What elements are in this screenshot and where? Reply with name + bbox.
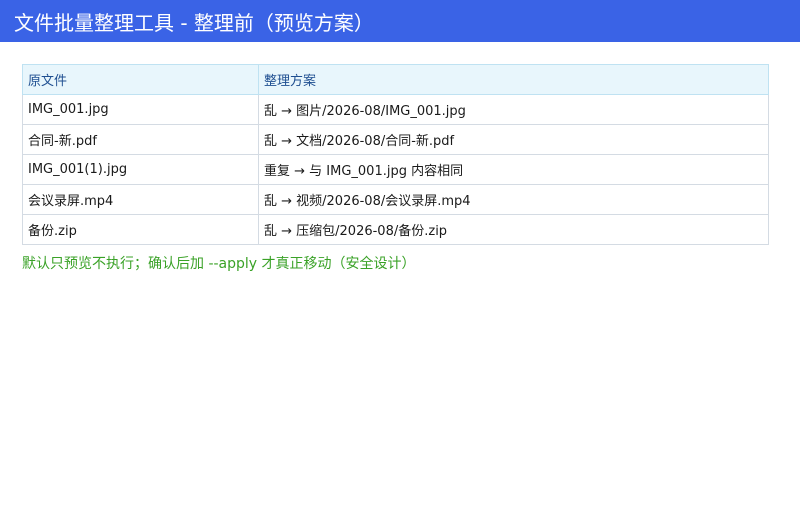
plan-cell: 乱 → 视频/2026-08/会议录屏.mp4: [258, 184, 769, 215]
original-file-cell: 合同-新.pdf: [22, 124, 259, 155]
plan-table: 原文件 整理方案 IMG_001.jpg 乱 → 图片/2026-08/IMG_…: [22, 64, 769, 245]
title-bar: 文件批量整理工具 - 整理前（预览方案）: [0, 0, 800, 42]
table-header-row: 原文件 整理方案: [22, 64, 769, 95]
plan-cell: 乱 → 压缩包/2026-08/备份.zip: [258, 214, 769, 245]
plan-cell: 重复 → 与 IMG_001.jpg 内容相同: [258, 154, 769, 185]
plan-cell: 乱 → 文档/2026-08/合同-新.pdf: [258, 124, 769, 155]
table-row: 备份.zip 乱 → 压缩包/2026-08/备份.zip: [22, 214, 769, 245]
table-row: IMG_001(1).jpg 重复 → 与 IMG_001.jpg 内容相同: [22, 154, 769, 185]
plan-cell: 乱 → 图片/2026-08/IMG_001.jpg: [258, 94, 769, 125]
original-file-cell: IMG_001(1).jpg: [22, 154, 259, 185]
main-content: 原文件 整理方案 IMG_001.jpg 乱 → 图片/2026-08/IMG_…: [0, 42, 800, 273]
original-file-cell: 会议录屏.mp4: [22, 184, 259, 215]
header-original-file: 原文件: [22, 64, 259, 95]
header-plan: 整理方案: [258, 64, 769, 95]
table-row: 合同-新.pdf 乱 → 文档/2026-08/合同-新.pdf: [22, 124, 769, 155]
window-title: 文件批量整理工具 - 整理前（预览方案）: [14, 10, 374, 35]
original-file-cell: 备份.zip: [22, 214, 259, 245]
footer-note: 默认只预览不执行；确认后加 --apply 才真正移动（安全设计）: [22, 256, 416, 272]
original-file-cell: IMG_001.jpg: [22, 94, 259, 125]
table-row: 会议录屏.mp4 乱 → 视频/2026-08/会议录屏.mp4: [22, 184, 769, 215]
table-row: IMG_001.jpg 乱 → 图片/2026-08/IMG_001.jpg: [22, 94, 769, 125]
